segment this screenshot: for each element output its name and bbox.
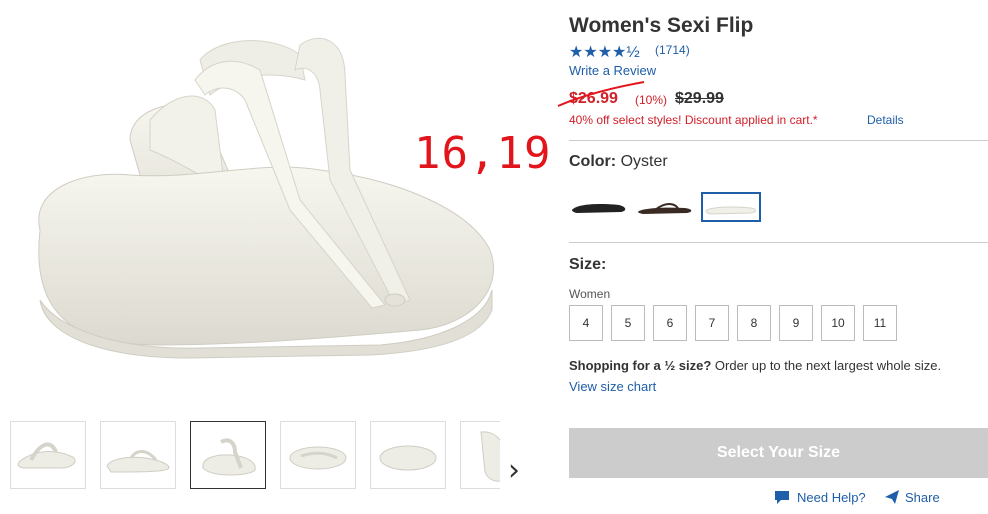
thumbnail-carousel	[10, 421, 500, 491]
annotation-overlay: 16,19	[414, 128, 552, 179]
thumbnail-5[interactable]	[370, 421, 446, 489]
thumbnail-4[interactable]	[280, 421, 356, 489]
product-title: Women's Sexi Flip	[569, 14, 754, 37]
divider	[569, 140, 988, 141]
red-strike-mark	[557, 81, 645, 107]
thumbnail-2[interactable]	[100, 421, 176, 489]
swatch-espresso[interactable]	[635, 192, 695, 222]
size-option[interactable]: 8	[737, 305, 771, 341]
size-option[interactable]: 4	[569, 305, 603, 341]
thumbnail-6[interactable]	[460, 421, 500, 489]
thumbnail-1[interactable]	[10, 421, 86, 489]
size-option[interactable]: 10	[821, 305, 855, 341]
write-review-link[interactable]: Write a Review	[569, 63, 656, 78]
need-help-label: Need Help?	[797, 489, 866, 505]
half-size-rest: Order up to the next largest whole size.	[711, 358, 942, 373]
share-label: Share	[905, 489, 940, 505]
size-label: Size:	[569, 256, 607, 273]
swatch-oyster[interactable]	[701, 192, 761, 222]
color-value: Oyster	[620, 153, 668, 170]
size-option[interactable]: 9	[779, 305, 813, 341]
half-size-bold: Shopping for a ½ size?	[569, 358, 712, 373]
review-count-link[interactable]: (1714)	[655, 43, 690, 57]
size-option[interactable]: 5	[611, 305, 645, 341]
product-hero-image[interactable]	[0, 0, 540, 410]
color-label-text: Color:	[569, 153, 617, 170]
size-group-label: Women	[569, 287, 611, 301]
need-help-link[interactable]: Need Help?	[773, 489, 866, 505]
share-link[interactable]: Share	[884, 489, 940, 505]
sandal-illustration	[38, 37, 494, 359]
divider	[569, 242, 988, 243]
color-label: Color: Oyster	[569, 153, 668, 171]
details-link[interactable]: Details	[867, 113, 904, 127]
swatch-black[interactable]	[569, 192, 629, 222]
select-size-button[interactable]: Select Your Size	[569, 428, 988, 478]
star-rating-icon: ★★★★½	[569, 44, 640, 61]
chevron-right-icon[interactable]: ›	[508, 456, 520, 486]
paper-plane-icon	[885, 490, 899, 504]
size-option[interactable]: 7	[695, 305, 729, 341]
half-size-note: Shopping for a ½ size? Order up to the n…	[569, 358, 941, 373]
promo-text: 40% off select styles! Discount applied …	[569, 113, 818, 127]
size-chart-link[interactable]: View size chart	[569, 379, 656, 394]
thumbnail-3[interactable]	[190, 421, 266, 489]
original-price: $29.99	[675, 90, 724, 107]
size-option[interactable]: 11	[863, 305, 897, 341]
chat-bubble-icon	[775, 491, 789, 504]
size-option[interactable]: 6	[653, 305, 687, 341]
